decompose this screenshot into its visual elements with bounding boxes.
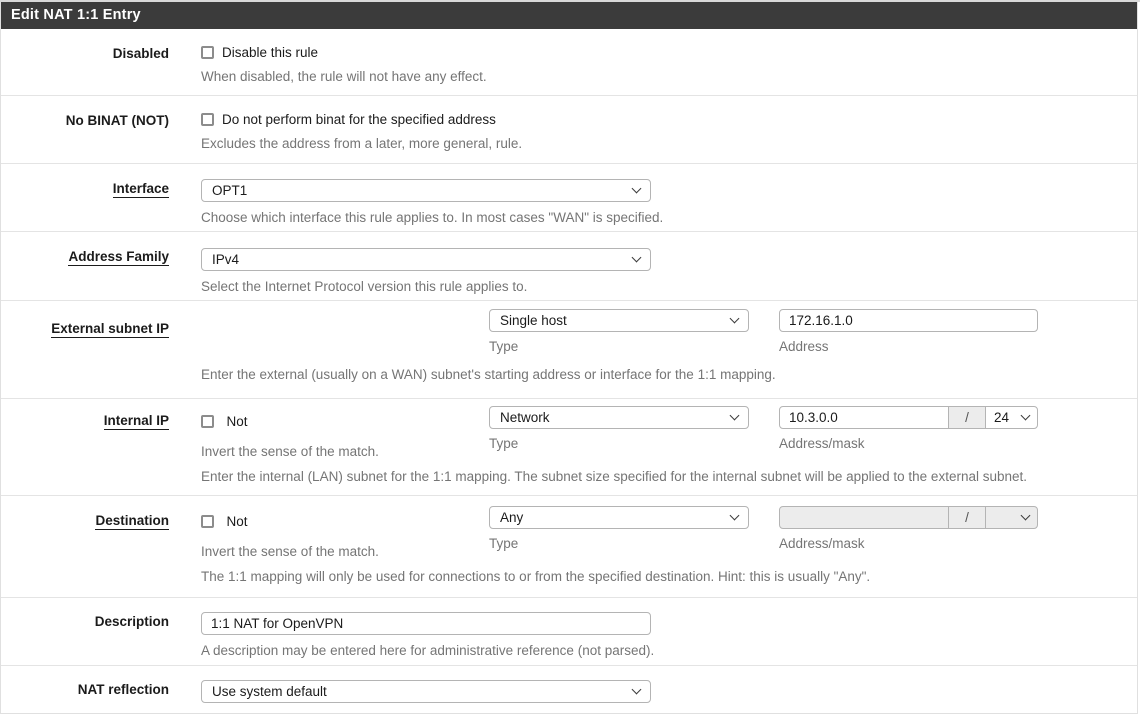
nat-reflection-label: NAT reflection	[1, 682, 169, 697]
form-row-interface: Interface OPT1 Choose which interface th…	[1, 164, 1137, 232]
external-type-caption: Type	[489, 339, 749, 354]
internal-not-checkbox-label[interactable]: Not	[226, 414, 247, 429]
nobinat-label: No BINAT (NOT)	[1, 113, 169, 128]
destination-label: Destination	[95, 513, 169, 530]
address-family-help-text: Select the Internet Protocol version thi…	[201, 279, 1127, 294]
external-address-input[interactable]	[779, 309, 1038, 332]
edit-nat-1to1-panel: Edit NAT 1:1 Entry Disabled Disable this…	[0, 2, 1138, 714]
destination-address-caption: Address/mask	[779, 536, 1038, 551]
form-row-disabled: Disabled Disable this rule When disabled…	[1, 29, 1137, 96]
internal-mask-select[interactable]: 24	[985, 406, 1038, 429]
disabled-label: Disabled	[1, 46, 169, 61]
chevron-down-icon	[632, 253, 642, 263]
destination-type-caption: Type	[489, 536, 749, 551]
internal-ip-label: Internal IP	[104, 413, 169, 430]
internal-address-caption: Address/mask	[779, 436, 1038, 451]
interface-select-value: OPT1	[212, 183, 247, 198]
chevron-down-icon	[1021, 511, 1031, 521]
chevron-down-icon	[632, 184, 642, 194]
destination-invert-help-text: Invert the sense of the match.	[201, 544, 379, 559]
external-subnet-ip-label: External subnet IP	[51, 321, 169, 338]
internal-type-caption: Type	[489, 436, 749, 451]
nat-reflection-select-value: Use system default	[212, 684, 327, 699]
form-row-internal-ip: Internal IP Not Invert the sense of the …	[1, 399, 1137, 496]
form-row-address-family: Address Family IPv4 Select the Internet …	[1, 232, 1137, 301]
destination-mask-select	[985, 506, 1038, 529]
destination-type-select-value: Any	[500, 510, 523, 525]
destination-not-checkbox[interactable]	[201, 515, 214, 528]
internal-invert-help-text: Invert the sense of the match.	[201, 444, 379, 459]
form-row-nobinat: No BINAT (NOT) Do not perform binat for …	[1, 96, 1137, 164]
disable-rule-checkbox-label[interactable]: Disable this rule	[222, 45, 318, 60]
address-family-select-value: IPv4	[212, 252, 239, 267]
internal-type-select-value: Network	[500, 410, 550, 425]
description-input[interactable]	[201, 612, 651, 635]
description-help-text: A description may be entered here for ad…	[201, 643, 1127, 658]
internal-address-input[interactable]	[779, 406, 949, 429]
destination-address-input	[779, 506, 949, 529]
mask-separator: /	[949, 506, 985, 529]
chevron-down-icon	[1021, 411, 1031, 421]
nobinat-checkbox-label[interactable]: Do not perform binat for the specified a…	[222, 112, 496, 127]
external-help-text: Enter the external (usually on a WAN) su…	[201, 367, 776, 382]
internal-help-text: Enter the internal (LAN) subnet for the …	[201, 469, 1027, 484]
external-type-select[interactable]: Single host	[489, 309, 749, 332]
external-type-select-value: Single host	[500, 313, 567, 328]
form-row-description: Description A description may be entered…	[1, 598, 1137, 666]
destination-not-checkbox-label[interactable]: Not	[226, 514, 247, 529]
interface-select[interactable]: OPT1	[201, 179, 651, 202]
destination-help-text: The 1:1 mapping will only be used for co…	[201, 569, 870, 584]
mask-separator: /	[949, 406, 985, 429]
interface-label: Interface	[113, 181, 169, 198]
form-row-nat-reflection: NAT reflection Use system default	[1, 666, 1137, 713]
nobinat-help-text: Excludes the address from a later, more …	[201, 136, 1127, 151]
panel-title: Edit NAT 1:1 Entry	[1, 2, 1137, 29]
nat-reflection-select[interactable]: Use system default	[201, 680, 651, 703]
disable-rule-checkbox[interactable]	[201, 46, 214, 59]
internal-mask-select-value: 24	[994, 410, 1009, 425]
chevron-down-icon	[730, 411, 740, 421]
disabled-help-text: When disabled, the rule will not have an…	[201, 69, 1127, 84]
chevron-down-icon	[730, 511, 740, 521]
interface-help-text: Choose which interface this rule applies…	[201, 210, 1127, 225]
internal-type-select[interactable]: Network	[489, 406, 749, 429]
address-family-select[interactable]: IPv4	[201, 248, 651, 271]
form-row-destination: Destination Not Invert the sense of the …	[1, 496, 1137, 598]
external-address-caption: Address	[779, 339, 1038, 354]
chevron-down-icon	[730, 314, 740, 324]
nobinat-checkbox[interactable]	[201, 113, 214, 126]
destination-type-select[interactable]: Any	[489, 506, 749, 529]
internal-not-checkbox[interactable]	[201, 415, 214, 428]
chevron-down-icon	[632, 685, 642, 695]
form-row-external-subnet-ip: External subnet IP Single host Type Addr…	[1, 301, 1137, 399]
description-label: Description	[1, 614, 169, 629]
address-family-label: Address Family	[68, 249, 169, 266]
